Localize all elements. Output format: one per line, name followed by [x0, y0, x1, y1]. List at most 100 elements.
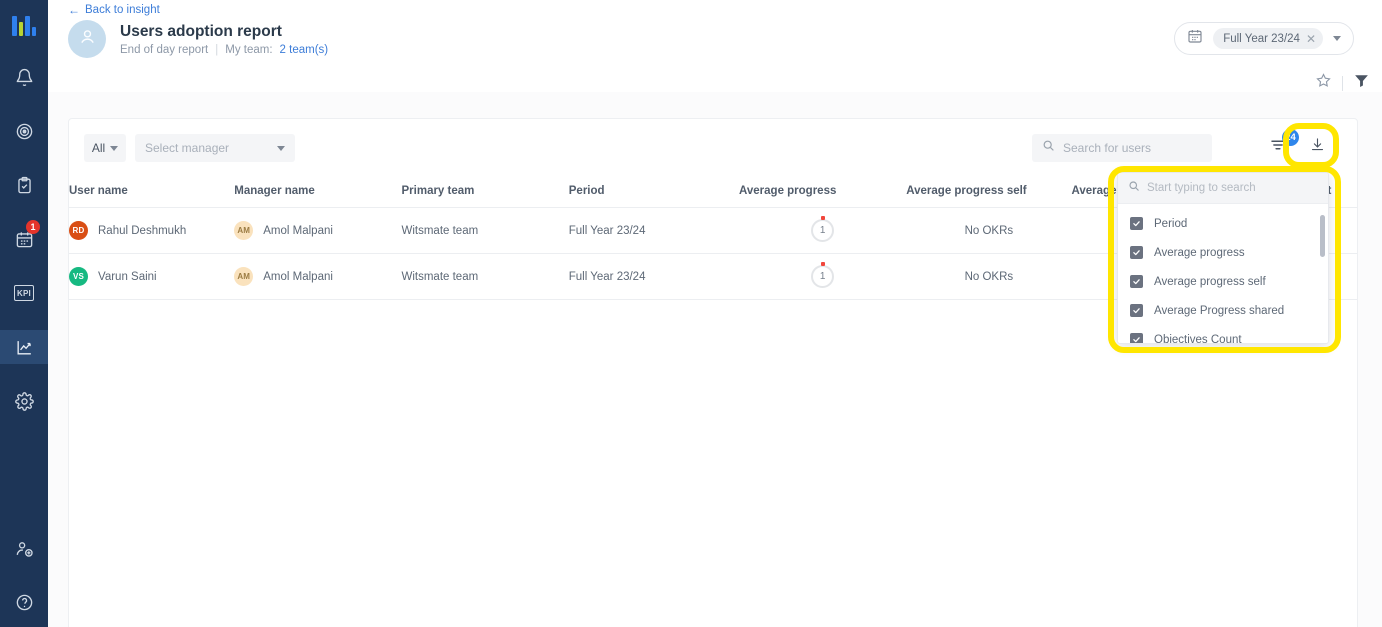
search-input[interactable] — [1063, 141, 1203, 155]
cell-manager-name: AM Amol Malpani — [234, 207, 402, 254]
main-sidebar: 1 KPI — [0, 0, 48, 627]
checkbox-checked-icon[interactable] — [1130, 333, 1143, 343]
subtitle-divider: | — [215, 43, 219, 56]
search-icon — [1128, 179, 1140, 197]
column-header-primary-team[interactable]: Primary team — [401, 177, 569, 208]
period-picker[interactable]: Full Year 23/24 ✕ — [1174, 22, 1354, 55]
sidebar-item-insights[interactable] — [0, 330, 48, 364]
menu-item-label: Period — [1154, 217, 1188, 230]
sidebar-item-goals[interactable] — [0, 114, 48, 148]
sidebar-item-tasks[interactable] — [0, 168, 48, 202]
menu-item-label: Average Progress shared — [1154, 304, 1285, 317]
sidebar-badge-meetings: 1 — [26, 220, 40, 234]
progress-ring: 1 — [811, 262, 835, 288]
cell-average-progress: 1 — [739, 207, 907, 254]
menu-item-label: Objectives Count — [1154, 333, 1242, 344]
sidebar-item-invite-user[interactable] — [0, 531, 48, 565]
filter-button[interactable] — [1353, 72, 1370, 94]
column-header-average-progress[interactable]: Average progress — [739, 177, 907, 208]
scope-select[interactable]: All — [84, 134, 126, 162]
cell-period: Full Year 23/24 — [568, 253, 739, 300]
cell-average-progress-self: No OKRs — [906, 253, 1072, 300]
favorite-button[interactable] — [1315, 72, 1332, 94]
menu-item-average-progress-shared[interactable]: Average Progress shared — [1118, 296, 1328, 325]
sidebar-item-kpi[interactable]: KPI — [0, 276, 48, 310]
manager-name-label: Amol Malpani — [263, 270, 333, 283]
column-header-period[interactable]: Period — [568, 177, 739, 208]
sidebar-item-settings[interactable] — [0, 384, 48, 418]
checkbox-checked-icon[interactable] — [1130, 304, 1143, 317]
cell-user-name: VS Varun Saini — [69, 253, 235, 300]
action-divider — [1342, 75, 1343, 91]
column-header-user-name[interactable]: User name — [69, 177, 235, 208]
app-root: 1 KPI ← Back to insight Users adoption r… — [0, 0, 1382, 627]
checkbox-checked-icon[interactable] — [1130, 217, 1143, 230]
download-button[interactable] — [1305, 133, 1329, 161]
clipboard-icon — [15, 176, 34, 195]
report-type-label: End of day report — [120, 43, 209, 56]
checkbox-checked-icon[interactable] — [1130, 246, 1143, 259]
column-header-average-progress-self[interactable]: Average progress self — [906, 177, 1072, 208]
manager-select-placeholder: Select manager — [145, 141, 230, 155]
calendar-icon — [1187, 28, 1203, 49]
cell-average-progress-self: No OKRs — [906, 207, 1072, 254]
back-to-insight-link[interactable]: ← Back to insight — [68, 0, 160, 20]
header-actions — [1315, 72, 1370, 94]
back-link-label: Back to insight — [85, 4, 160, 16]
cell-primary-team: Witsmate team — [401, 207, 569, 254]
checkbox-checked-icon[interactable] — [1130, 275, 1143, 288]
column-visibility-menu[interactable]: Period Average progress Average progress… — [1117, 172, 1329, 344]
chevron-down-icon — [277, 145, 285, 151]
column-header-manager-name[interactable]: Manager name — [234, 177, 402, 208]
close-icon[interactable]: ✕ — [1306, 33, 1316, 45]
menu-item-label: Average progress self — [1154, 275, 1266, 288]
scope-select-label: All — [91, 141, 106, 155]
user-avatar-icon — [77, 26, 98, 52]
column-menu-list: Period Average progress Average progress… — [1118, 204, 1328, 344]
column-filter-button[interactable]: 24 — [1261, 129, 1299, 163]
column-menu-scrollbar-thumb[interactable] — [1320, 215, 1325, 257]
column-menu-search-box[interactable] — [1118, 173, 1328, 204]
sidebar-item-notifications[interactable] — [0, 60, 48, 94]
cell-primary-team: Witsmate team — [401, 253, 569, 300]
menu-item-average-progress[interactable]: Average progress — [1118, 238, 1328, 267]
progress-marker-icon — [820, 216, 825, 220]
arrow-left-icon: ← — [68, 3, 80, 17]
chevron-down-icon[interactable] — [1333, 36, 1341, 41]
avatar: RD — [69, 221, 88, 240]
gear-icon — [14, 391, 34, 411]
cell-average-progress: 1 — [739, 253, 907, 300]
progress-value: 1 — [819, 271, 826, 282]
menu-item-period[interactable]: Period — [1118, 209, 1328, 238]
cell-period: Full Year 23/24 — [568, 207, 739, 254]
progress-marker-icon — [820, 262, 825, 266]
manager-select[interactable]: Select manager — [135, 134, 295, 162]
avatar: AM — [234, 221, 254, 240]
report-title-block: Users adoption report End of day report … — [68, 20, 328, 58]
add-user-icon — [15, 539, 34, 558]
search-users-box[interactable] — [1032, 134, 1212, 162]
column-menu-search-input[interactable] — [1147, 182, 1302, 194]
manager-name-label: Amol Malpani — [263, 224, 333, 237]
progress-value: 1 — [819, 225, 826, 236]
star-icon — [1315, 72, 1332, 94]
my-team-count-link[interactable]: 2 team(s) — [280, 44, 329, 56]
menu-item-label: Average progress — [1154, 246, 1245, 259]
target-icon — [15, 122, 34, 141]
user-name-label: Varun Saini — [98, 270, 157, 283]
progress-ring: 1 — [811, 216, 835, 242]
kpi-icon: KPI — [14, 285, 34, 301]
avatar: VS — [69, 267, 88, 286]
menu-item-objectives-count[interactable]: Objectives Count — [1118, 325, 1328, 344]
period-chip[interactable]: Full Year 23/24 ✕ — [1213, 28, 1323, 49]
app-logo[interactable] — [12, 16, 36, 36]
sidebar-item-help[interactable] — [0, 585, 48, 619]
download-icon — [1310, 137, 1325, 157]
menu-item-average-progress-self[interactable]: Average progress self — [1118, 267, 1328, 296]
help-icon — [15, 593, 34, 612]
page-header: ← Back to insight Users adoption report … — [48, 0, 1382, 92]
search-icon — [1042, 139, 1055, 157]
sidebar-item-meetings[interactable]: 1 — [0, 220, 48, 256]
avatar: AM — [234, 267, 254, 286]
column-filter-badge: 24 — [1282, 129, 1299, 146]
